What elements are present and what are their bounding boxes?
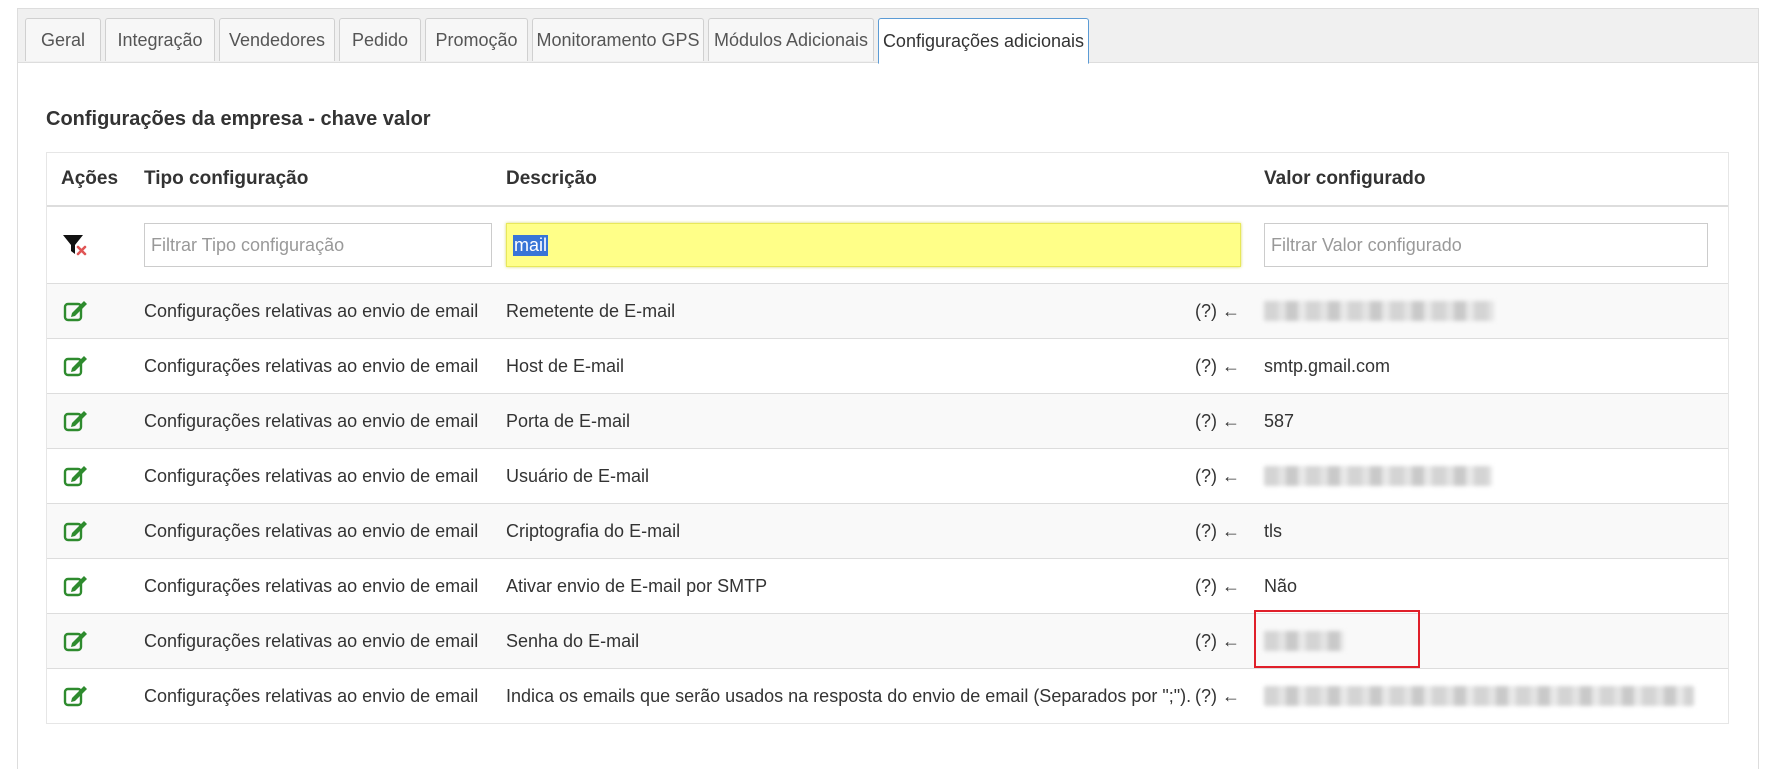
- tab-vendedores[interactable]: Vendedores: [219, 18, 335, 61]
- cell-tipo: Configurações relativas ao envio de emai…: [144, 300, 479, 321]
- cell-valor-blurred: [1264, 284, 1494, 338]
- tab-bar: Geral Integração Vendedores Pedido Promo…: [18, 9, 1758, 64]
- help-link[interactable]: (?) ←: [1195, 339, 1240, 393]
- cell-valor: Não: [1264, 575, 1298, 596]
- table-row: Configurações relativas ao envio de emai…: [47, 448, 1728, 503]
- table-row: Configurações relativas ao envio de emai…: [47, 613, 1728, 668]
- header-descricao[interactable]: Descrição: [506, 153, 597, 205]
- header-acoes: Ações: [61, 168, 119, 189]
- config-table: Ações Tipo configuração Descrição Valor …: [46, 152, 1729, 724]
- cell-valor-blurred: [1264, 669, 1694, 723]
- tab-integracao[interactable]: Integração: [105, 18, 215, 61]
- help-link[interactable]: (?) ←: [1195, 669, 1240, 723]
- cell-tipo: Configurações relativas ao envio de emai…: [144, 575, 479, 596]
- cell-tipo: Configurações relativas ao envio de emai…: [144, 685, 479, 706]
- cell-descricao: Usuário de E-mail: [506, 465, 650, 486]
- edit-button[interactable]: [63, 669, 89, 723]
- cell-descricao: Criptografia do E-mail: [506, 520, 681, 541]
- edit-icon: [63, 466, 87, 487]
- table-row: Configurações relativas ao envio de emai…: [47, 283, 1728, 338]
- tab-modulos-adicionais[interactable]: Módulos Adicionais: [708, 18, 874, 61]
- edit-button[interactable]: [63, 339, 89, 393]
- filter-clear-button[interactable]: [61, 207, 89, 283]
- cell-valor: tls: [1264, 520, 1282, 541]
- table-row: Configurações relativas ao envio de emai…: [47, 338, 1728, 393]
- cell-valor: 587: [1264, 410, 1295, 431]
- cell-descricao: Indica os emails que serão usados na res…: [506, 685, 1192, 706]
- table-filter-row: Filtrar Tipo configuração mail Filtrar V…: [47, 207, 1728, 283]
- cell-descricao: Remetente de E-mail: [506, 300, 676, 321]
- edit-button[interactable]: [63, 614, 89, 668]
- cell-descricao: Porta de E-mail: [506, 410, 631, 431]
- header-valor-configurado[interactable]: Valor configurado: [1264, 153, 1426, 205]
- help-link[interactable]: (?) ←: [1195, 284, 1240, 338]
- tab-configuracoes-adicionais[interactable]: Configurações adicionais: [878, 18, 1089, 64]
- tab-pedido[interactable]: Pedido: [339, 18, 421, 61]
- cell-descricao: Host de E-mail: [506, 355, 625, 376]
- edit-icon: [63, 521, 87, 542]
- tab-monitoramento-gps[interactable]: Monitoramento GPS: [532, 18, 704, 61]
- help-link[interactable]: (?) ←: [1195, 559, 1240, 613]
- edit-icon: [63, 686, 87, 707]
- filter-clear-icon: [63, 235, 87, 256]
- edit-button[interactable]: [63, 449, 89, 503]
- edit-icon: [63, 411, 87, 432]
- table-header-row: Ações Tipo configuração Descrição Valor …: [47, 153, 1728, 207]
- cell-tipo: Configurações relativas ao envio de emai…: [144, 355, 479, 376]
- cell-descricao: Senha do E-mail: [506, 630, 640, 651]
- edit-icon: [63, 631, 87, 652]
- help-link[interactable]: (?) ←: [1195, 394, 1240, 448]
- cell-tipo: Configurações relativas ao envio de emai…: [144, 630, 479, 651]
- edit-icon: [63, 301, 87, 322]
- filter-tipo-input[interactable]: Filtrar Tipo configuração: [144, 223, 492, 267]
- edit-button[interactable]: [63, 504, 89, 558]
- filter-valor-input[interactable]: Filtrar Valor configurado: [1264, 223, 1708, 267]
- edit-icon: [63, 576, 87, 597]
- table-row: Configurações relativas ao envio de emai…: [47, 668, 1728, 723]
- tab-geral[interactable]: Geral: [25, 18, 101, 61]
- filter-descricao-value: mail: [513, 234, 549, 256]
- cell-valor-blurred: [1264, 449, 1492, 503]
- cell-tipo: Configurações relativas ao envio de emai…: [144, 410, 479, 431]
- header-tipo-configuracao[interactable]: Tipo configuração: [144, 153, 308, 205]
- table-row: Configurações relativas ao envio de emai…: [47, 393, 1728, 448]
- table-row: Configurações relativas ao envio de emai…: [47, 558, 1728, 613]
- edit-button[interactable]: [63, 559, 89, 613]
- help-link[interactable]: (?) ←: [1195, 614, 1240, 668]
- section-title: Configurações da empresa - chave valor: [46, 108, 431, 130]
- edit-button[interactable]: [63, 284, 89, 338]
- cell-tipo: Configurações relativas ao envio de emai…: [144, 520, 479, 541]
- table-row: Configurações relativas ao envio de emai…: [47, 503, 1728, 558]
- cell-descricao: Ativar envio de E-mail por SMTP: [506, 575, 768, 596]
- filter-descricao-input[interactable]: mail: [506, 223, 1241, 267]
- help-link[interactable]: (?) ←: [1195, 504, 1240, 558]
- edit-icon: [63, 356, 87, 377]
- tab-promocao[interactable]: Promoção: [425, 18, 528, 61]
- edit-button[interactable]: [63, 394, 89, 448]
- cell-tipo: Configurações relativas ao envio de emai…: [144, 465, 479, 486]
- cell-valor: smtp.gmail.com: [1264, 355, 1391, 376]
- annotation-highlight-box: [1254, 610, 1420, 668]
- help-link[interactable]: (?) ←: [1195, 449, 1240, 503]
